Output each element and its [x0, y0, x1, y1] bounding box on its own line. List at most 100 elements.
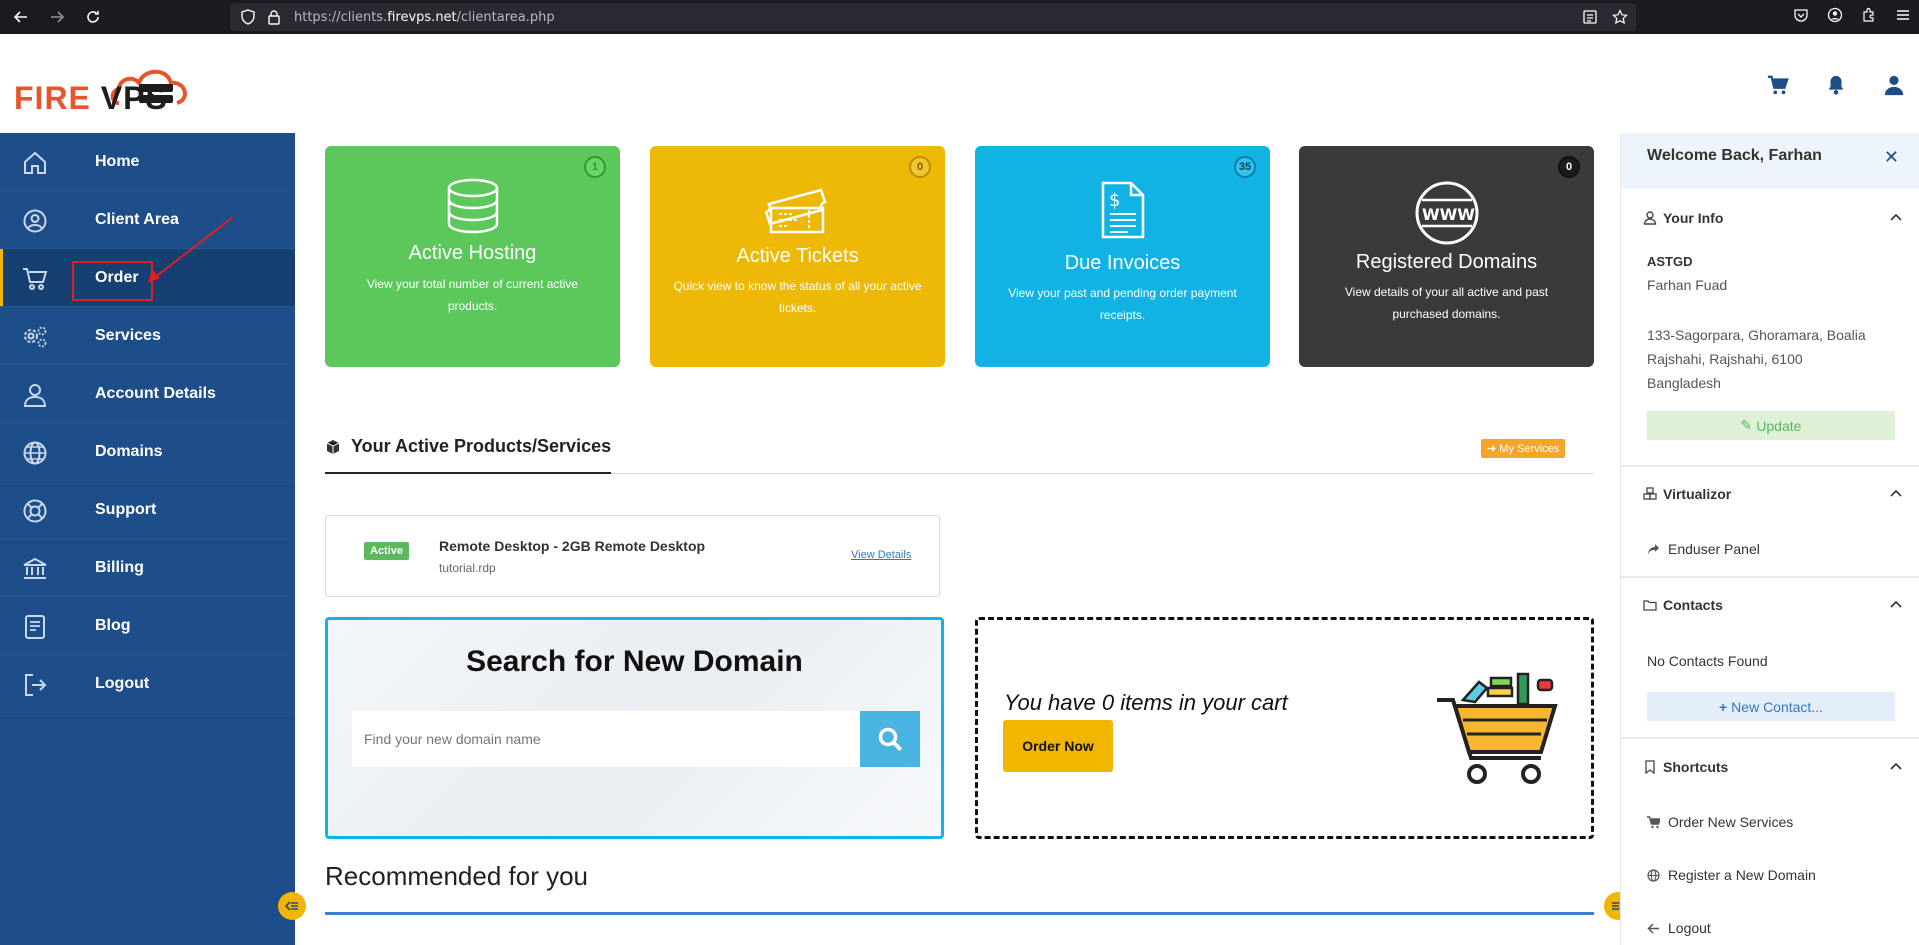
status-badge: Active — [364, 542, 410, 560]
forward-button[interactable] — [42, 2, 72, 32]
sidebar-item-label: Billing — [95, 558, 144, 576]
collapse-sidebar-button[interactable] — [278, 892, 306, 920]
shopping-cart-icon[interactable] — [1767, 74, 1789, 96]
your-info-title: Your Info — [1663, 210, 1724, 226]
arrow-left-icon — [13, 11, 27, 23]
close-icon[interactable]: ✕ — [1884, 147, 1899, 168]
enduser-panel-link[interactable]: Enduser Panel — [1647, 541, 1760, 557]
section-divider-accent — [325, 472, 611, 474]
chevron-up-icon[interactable] — [1889, 598, 1903, 612]
domain-search-input[interactable] — [352, 711, 860, 767]
shortcut-logout[interactable]: Logout — [1647, 920, 1711, 936]
virtualizor-header[interactable]: Virtualizor — [1621, 474, 1919, 514]
client-name: Farhan Fuad — [1647, 277, 1728, 293]
update-button[interactable]: ✎ Update — [1647, 411, 1895, 440]
sidebar-item-logout[interactable]: Logout — [0, 655, 295, 713]
card-active-tickets[interactable]: 0 Active Tickets Quick view to know the … — [650, 146, 945, 367]
shortcut-register-domain[interactable]: Register a New Domain — [1647, 867, 1816, 883]
sidebar-item-services[interactable]: Services — [0, 307, 295, 365]
card-desc: Quick view to know the status of all you… — [673, 279, 922, 315]
menu-icon[interactable] — [1895, 7, 1911, 23]
welcome-header: Welcome Back, Farhan ✕ — [1621, 133, 1919, 189]
chevron-up-icon[interactable] — [1889, 487, 1903, 501]
welcome-text: Welcome Back, Farhan — [1647, 147, 1822, 164]
chevron-up-icon[interactable] — [1889, 760, 1903, 774]
sidebar-item-domains[interactable]: Domains — [0, 423, 295, 481]
back-button[interactable] — [6, 2, 36, 32]
cart-icon — [23, 268, 48, 290]
folder-icon — [1643, 600, 1657, 611]
search-icon — [878, 727, 902, 751]
bell-icon[interactable] — [1825, 74, 1847, 96]
order-now-button[interactable]: Order Now — [1003, 720, 1113, 772]
lock-icon[interactable] — [266, 9, 282, 25]
card-due-invoices[interactable]: 35 $ Due Invoices View your past and pen… — [975, 146, 1270, 367]
shopping-cart-illustration-icon — [1437, 672, 1558, 784]
ticket-icon — [764, 188, 827, 234]
new-contact-button[interactable]: + New Contact... — [1647, 692, 1895, 721]
domain-search-panel: Search for New Domain — [325, 617, 944, 839]
reload-button[interactable] — [78, 2, 108, 32]
count-badge: 1 — [584, 156, 606, 178]
database-icon — [447, 178, 498, 234]
panel-divider — [1621, 737, 1919, 739]
product-item[interactable]: Active Remote Desktop - 2GB Remote Deskt… — [325, 515, 940, 597]
url-text[interactable]: https://clients.firevps.net/clientarea.p… — [294, 10, 555, 25]
bookmark-star-icon[interactable] — [1612, 9, 1628, 25]
card-active-hosting[interactable]: 1 Active Hosting View your total number … — [325, 146, 620, 367]
shortcuts-header[interactable]: Shortcuts — [1621, 747, 1919, 787]
address-bar[interactable]: https://clients.firevps.net/clientarea.p… — [230, 3, 1636, 31]
shortcuts-title: Shortcuts — [1663, 759, 1729, 775]
sidebar-item-label: Home — [95, 152, 140, 170]
sidebar-item-billing[interactable]: Billing — [0, 539, 295, 597]
sidebar-item-label: Support — [95, 500, 157, 518]
cart-icon — [1647, 815, 1660, 828]
firevps-logo[interactable]: FIRE VPS — [14, 58, 196, 118]
section-title-text: Your Active Products/Services — [351, 436, 612, 456]
user-icon — [1643, 211, 1657, 225]
shortcut-order-new-services[interactable]: Order New Services — [1647, 814, 1793, 830]
new-contact-label: New Contact... — [1731, 698, 1823, 715]
sidebar-item-support[interactable]: Support — [0, 481, 295, 539]
your-info-header[interactable]: Your Info — [1621, 198, 1919, 238]
shield-icon[interactable] — [240, 9, 256, 25]
my-services-label: My Services — [1499, 442, 1560, 455]
enduser-panel-label: Enduser Panel — [1668, 541, 1760, 557]
share-icon — [1648, 543, 1659, 555]
card-registered-domains[interactable]: 0 WWW Registered Domains View details of… — [1299, 146, 1594, 367]
user-account-icon[interactable] — [1883, 74, 1905, 96]
shortcut-label: Register a New Domain — [1668, 867, 1816, 883]
account-icon[interactable] — [1827, 7, 1843, 23]
count-badge: 35 — [1234, 156, 1256, 178]
chevron-up-icon[interactable] — [1889, 211, 1903, 225]
logout-icon — [25, 674, 47, 696]
reader-view-icon[interactable] — [1582, 9, 1598, 25]
cart-panel: You have 0 items in your cart Order Now — [975, 617, 1594, 839]
card-title: Registered Domains — [1355, 251, 1538, 273]
extensions-icon[interactable] — [1861, 7, 1877, 23]
sidebar-item-label: Domains — [95, 442, 163, 460]
red-arrow-annotation — [148, 216, 234, 283]
logo-fire-text: FIRE — [14, 80, 91, 116]
sidebar-item-label: Logout — [95, 674, 150, 692]
my-services-button[interactable]: ➔ My Services — [1481, 439, 1566, 458]
count-badge: 0 — [909, 156, 931, 178]
gears-icon — [24, 326, 47, 348]
www-globe-icon: WWW — [1415, 181, 1478, 245]
view-details-link[interactable]: View Details — [851, 549, 911, 561]
products-section-title: Your Active Products/Services — [325, 436, 611, 457]
domain-search-button[interactable] — [860, 711, 920, 767]
panel-divider — [1621, 576, 1919, 578]
cubes-icon — [1643, 487, 1657, 500]
pocket-icon[interactable] — [1793, 7, 1809, 23]
domain-search-title: Search for New Domain — [466, 645, 803, 678]
user-circle-icon — [23, 209, 47, 233]
contacts-header[interactable]: Contacts — [1621, 585, 1919, 625]
update-label: Update — [1756, 417, 1802, 434]
contacts-title: Contacts — [1663, 597, 1723, 613]
sidebar-item-blog[interactable]: Blog — [0, 597, 295, 655]
sidebar-item-home[interactable]: Home — [0, 133, 295, 191]
globe-icon — [1647, 868, 1660, 882]
sidebar-item-account-details[interactable]: Account Details — [0, 365, 295, 423]
globe-icon — [23, 441, 47, 465]
